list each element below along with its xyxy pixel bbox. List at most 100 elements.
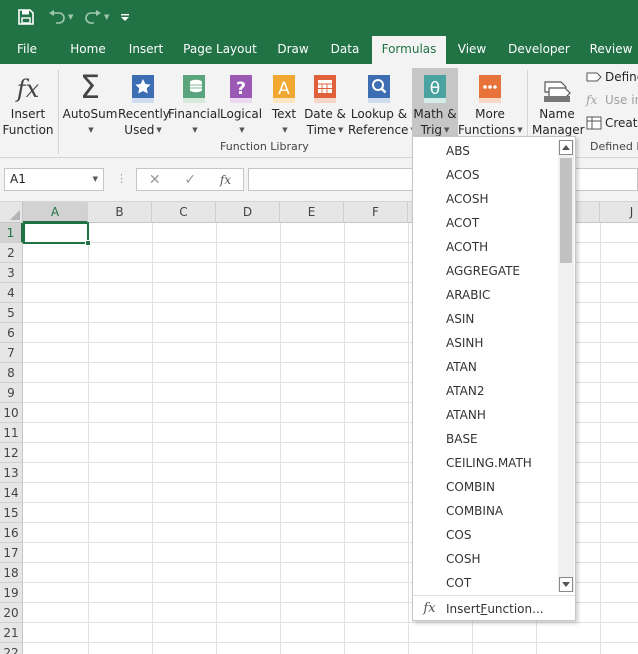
name-tags-icon [532,68,582,104]
menu-item-abs[interactable]: ABS [413,139,559,163]
tab-data[interactable]: Data [324,34,366,64]
tab-file[interactable]: File [8,34,46,64]
autosum-button[interactable]: Σ AutoSum ▼ [62,68,118,140]
row-header[interactable]: 14 [0,483,23,503]
menu-item-asin[interactable]: ASIN [413,307,559,331]
enter-check-icon[interactable]: ✓ [184,172,196,188]
svg-text:?: ? [236,79,246,99]
scroll-thumb[interactable] [560,158,572,263]
menu-item-combin[interactable]: COMBIN [413,475,559,499]
menu-item-base[interactable]: BASE [413,427,559,451]
row-header[interactable]: 7 [0,343,23,363]
column-header-d[interactable]: D [216,202,280,223]
chevron-down-icon[interactable]: ▼ [93,169,98,190]
undo-dropdown-icon[interactable]: ▼ [68,0,73,34]
customize-qat-icon[interactable] [120,0,130,34]
name-box[interactable]: A1 ▼ [4,168,104,191]
scroll-up-button[interactable] [559,140,573,155]
menu-scrollbar[interactable] [558,140,574,592]
chevron-down-icon: ▼ [337,126,344,134]
menu-item-cos[interactable]: COS [413,523,559,547]
menu-item-atan2[interactable]: ATAN2 [413,379,559,403]
row-header[interactable]: 8 [0,363,23,383]
function-list: ABS ACOS ACOSH ACOT ACOTH AGGREGATE ARAB… [413,139,559,595]
lookup-reference-button[interactable]: Lookup & Reference▼ [348,68,416,140]
more-functions-button[interactable]: More Functions ▼ [458,68,523,140]
row-header[interactable]: 18 [0,563,23,583]
menu-item-cot[interactable]: COT [413,571,559,595]
financial-button[interactable]: Financial ▼ [168,68,221,140]
name-manager-button[interactable]: Name Manager [532,68,585,140]
column-header-c[interactable]: C [152,202,216,223]
insert-function-button[interactable]: fx Insert Function [0,68,56,140]
menu-item-atan[interactable]: ATAN [413,355,559,379]
row-header[interactable]: 2 [0,243,23,263]
tab-insert[interactable]: Insert [124,34,168,64]
row-header[interactable]: 17 [0,543,23,563]
tab-home[interactable]: Home [64,34,112,64]
gridline [216,223,217,654]
math-trig-button[interactable]: θ Math & Trig ▼ [412,68,458,140]
row-header[interactable]: 13 [0,463,23,483]
date-time-button[interactable]: Date & Time ▼ [302,68,348,140]
row-header[interactable]: 11 [0,423,23,443]
tab-view[interactable]: View [452,34,492,64]
insert-function-icon[interactable]: fx [220,173,231,187]
menu-item-asinh[interactable]: ASINH [413,331,559,355]
row-header[interactable]: 19 [0,583,23,603]
row-header[interactable]: 22 [0,643,23,654]
row-header[interactable]: 15 [0,503,23,523]
row-header[interactable]: 10 [0,403,23,423]
row-header[interactable]: 12 [0,443,23,463]
save-icon[interactable] [18,0,34,34]
menu-item-arabic[interactable]: ARABIC [413,283,559,307]
menu-item-aggregate[interactable]: AGGREGATE [413,259,559,283]
coins-book-icon [168,68,220,104]
insert-function-menu-item[interactable]: fx Insert Function... [413,595,575,621]
menu-item-acot[interactable]: ACOT [413,211,559,235]
menu-item-atanh[interactable]: ATANH [413,403,559,427]
chevron-down-icon: ▼ [239,126,245,134]
redo-dropdown-icon[interactable]: ▼ [104,0,109,34]
row-header[interactable]: 1 [0,223,23,243]
menu-item-cosh[interactable]: COSH [413,547,559,571]
chevron-up-icon [562,145,570,150]
column-header-e[interactable]: E [280,202,344,223]
row-header[interactable]: 20 [0,603,23,623]
tab-developer[interactable]: Developer [504,34,574,64]
tab-page-layout[interactable]: Page Layout [180,34,260,64]
row-header[interactable]: 16 [0,523,23,543]
tab-review[interactable]: Review [584,34,638,64]
row-header[interactable]: 4 [0,283,23,303]
row-header[interactable]: 21 [0,623,23,643]
text-button[interactable]: A Text ▼ [266,68,302,140]
column-header-b[interactable]: B [88,202,152,223]
menu-item-acos[interactable]: ACOS [413,163,559,187]
create-from-selection-button[interactable]: Create [586,116,638,130]
tab-draw[interactable]: Draw [272,34,314,64]
menu-item-ceiling-math[interactable]: CEILING.MATH [413,451,559,475]
menu-item-acosh[interactable]: ACOSH [413,187,559,211]
tab-formulas[interactable]: Formulas [372,36,446,64]
select-all-corner[interactable] [0,202,23,223]
scroll-down-button[interactable] [559,577,573,592]
cancel-icon[interactable]: ✕ [149,172,161,188]
use-in-formula-button[interactable]: fx Use in [586,93,638,107]
row-header[interactable]: 3 [0,263,23,283]
column-header-a[interactable]: A [23,202,88,223]
menu-item-acoth[interactable]: ACOTH [413,235,559,259]
active-cell-a1[interactable] [23,222,91,246]
define-name-button[interactable]: Define [586,70,638,84]
menu-item-combina[interactable]: COMBINA [413,499,559,523]
recently-used-button[interactable]: Recently Used ▼ [118,68,170,140]
column-header-j[interactable]: J [600,202,638,223]
row-header[interactable]: 9 [0,383,23,403]
row-header[interactable]: 5 [0,303,23,323]
gridline [23,642,638,643]
undo-icon[interactable] [48,0,66,34]
column-header-f[interactable]: F [344,202,408,223]
redo-icon[interactable] [84,0,102,34]
row-header[interactable]: 6 [0,323,23,343]
logical-button[interactable]: ? Logical ▼ [220,68,262,140]
fill-handle[interactable] [85,240,91,246]
